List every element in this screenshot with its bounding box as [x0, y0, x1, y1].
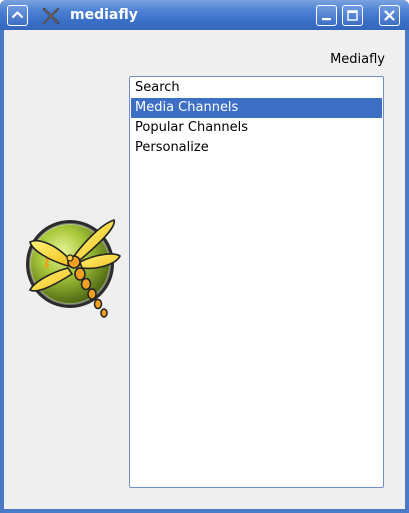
app-window: mediafly Mediafly Search Media Channels …	[0, 0, 409, 513]
mediafly-x-icon	[42, 7, 60, 25]
list-item-popular-channels[interactable]: Popular Channels	[131, 118, 382, 138]
dragonfly-logo-icon	[26, 218, 122, 318]
maximize-icon	[347, 10, 358, 21]
minimize-button[interactable]	[316, 5, 337, 26]
brand-label: Mediafly	[330, 52, 385, 67]
list-item-search[interactable]: Search	[131, 78, 382, 98]
shade-up-icon	[11, 11, 24, 19]
window-content: Mediafly Search Media Channels Popular C…	[4, 30, 405, 509]
close-icon	[384, 10, 395, 21]
window-title: mediafly	[70, 7, 138, 23]
channel-menu-list[interactable]: Search Media Channels Popular Channels P…	[129, 76, 384, 488]
close-button[interactable]	[379, 5, 400, 26]
list-item-personalize[interactable]: Personalize	[131, 138, 382, 158]
minimize-icon	[322, 18, 331, 21]
shade-button[interactable]	[7, 5, 28, 26]
title-bar[interactable]: mediafly	[0, 0, 409, 30]
list-item-media-channels[interactable]: Media Channels	[131, 98, 382, 118]
maximize-button[interactable]	[342, 5, 363, 26]
